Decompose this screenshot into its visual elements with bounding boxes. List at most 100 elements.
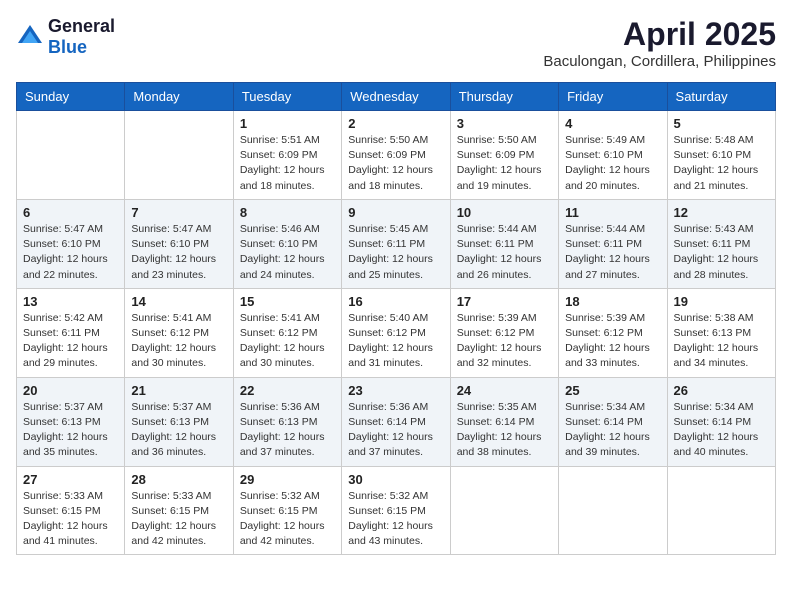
weekday-row: SundayMondayTuesdayWednesdayThursdayFrid… [17,83,776,111]
calendar-cell: 18 Sunrise: 5:39 AM Sunset: 6:12 PM Dayli… [559,288,667,377]
calendar-cell: 20Sunrise: 5:37 AM Sunset: 6:13 PM Dayli… [17,377,125,466]
cell-content: Sunrise: 5:38 AM Sunset: 6:13 PM Dayligh… [674,311,769,372]
day-number: 16 [348,294,443,309]
title-area: April 2025 Baculongan, Cordillera, Phili… [543,16,776,70]
cell-content: Sunrise: 5:44 AM Sunset: 6:11 PM Dayligh… [565,222,660,283]
day-number: 3 [457,116,552,131]
calendar-cell: 2 Sunrise: 5:50 AM Sunset: 6:09 PM Daylig… [342,111,450,200]
cell-content: Sunrise: 5:47 AM Sunset: 6:10 PM Dayligh… [23,222,118,283]
calendar-cell: 6 Sunrise: 5:47 AM Sunset: 6:10 PM Daylig… [17,199,125,288]
cell-content: Sunrise: 5:37 AM Sunset: 6:13 PM Dayligh… [131,400,226,461]
day-number: 12 [674,205,769,220]
day-number: 7 [131,205,226,220]
weekday-header: Wednesday [342,83,450,111]
day-number: 9 [348,205,443,220]
calendar-cell: 12 Sunrise: 5:43 AM Sunset: 6:11 PM Dayli… [667,199,775,288]
cell-content: Sunrise: 5:39 AM Sunset: 6:12 PM Dayligh… [457,311,552,372]
logo-icon [16,23,44,51]
day-number: 11 [565,205,660,220]
day-number: 8 [240,205,335,220]
calendar-cell: 5 Sunrise: 5:48 AM Sunset: 6:10 PM Daylig… [667,111,775,200]
cell-content: Sunrise: 5:50 AM Sunset: 6:09 PM Dayligh… [457,133,552,194]
weekday-header: Saturday [667,83,775,111]
calendar-cell: 23 Sunrise: 5:36 AM Sunset: 6:14 PM Dayli… [342,377,450,466]
day-number: 27 [23,472,118,487]
cell-content: Sunrise: 5:42 AM Sunset: 6:11 PM Dayligh… [23,311,118,372]
day-number: 2 [348,116,443,131]
cell-content: Sunrise: 5:32 AM Sunset: 6:15 PM Dayligh… [348,489,443,550]
cell-content: Sunrise: 5:48 AM Sunset: 6:10 PM Dayligh… [674,133,769,194]
calendar-cell: 30 Sunrise: 5:32 AM Sunset: 6:15 PM Dayli… [342,466,450,555]
weekday-header: Thursday [450,83,558,111]
calendar-cell: 22 Sunrise: 5:36 AM Sunset: 6:13 PM Dayli… [233,377,341,466]
cell-content: Sunrise: 5:33 AM Sunset: 6:15 PM Dayligh… [23,489,118,550]
calendar-cell: 15 Sunrise: 5:41 AM Sunset: 6:12 PM Dayli… [233,288,341,377]
day-number: 19 [674,294,769,309]
day-number: 17 [457,294,552,309]
logo: General Blue [16,16,115,58]
cell-content: Sunrise: 5:39 AM Sunset: 6:12 PM Dayligh… [565,311,660,372]
weekday-header: Sunday [17,83,125,111]
day-number: 4 [565,116,660,131]
cell-content: Sunrise: 5:33 AM Sunset: 6:15 PM Dayligh… [131,489,226,550]
cell-content: Sunrise: 5:46 AM Sunset: 6:10 PM Dayligh… [240,222,335,283]
calendar-cell: 10 Sunrise: 5:44 AM Sunset: 6:11 PM Dayli… [450,199,558,288]
cell-content: Sunrise: 5:36 AM Sunset: 6:14 PM Dayligh… [348,400,443,461]
calendar-week-row: 20 Sunrise: 5:37 AM Sunset: 6:13 PM Dayli… [17,377,776,466]
logo-blue: Blue [48,37,87,57]
day-number: 25 [565,383,660,398]
day-number: 29 [240,472,335,487]
day-number: 13 [23,294,118,309]
weekday-header: Tuesday [233,83,341,111]
weekday-header: Monday [125,83,233,111]
calendar-cell: 7Sunrise: 5:47 AM Sunset: 6:10 PM Daylig… [125,199,233,288]
logo-general: General [48,16,115,36]
calendar-cell [559,466,667,555]
calendar-cell: 16 Sunrise: 5:40 AM Sunset: 6:12 PM Dayli… [342,288,450,377]
day-number: 26 [674,383,769,398]
calendar-cell [17,111,125,200]
calendar-cell: 24Sunrise: 5:35 AM Sunset: 6:14 PM Dayli… [450,377,558,466]
day-number: 15 [240,294,335,309]
calendar-cell: 25Sunrise: 5:34 AM Sunset: 6:14 PM Dayli… [559,377,667,466]
day-number: 5 [674,116,769,131]
calendar-cell: 4 Sunrise: 5:49 AM Sunset: 6:10 PM Daylig… [559,111,667,200]
cell-content: Sunrise: 5:41 AM Sunset: 6:12 PM Dayligh… [240,311,335,372]
day-number: 21 [131,383,226,398]
logo-text: General Blue [48,16,115,58]
cell-content: Sunrise: 5:41 AM Sunset: 6:12 PM Dayligh… [131,311,226,372]
day-number: 22 [240,383,335,398]
day-number: 24 [457,383,552,398]
cell-content: Sunrise: 5:45 AM Sunset: 6:11 PM Dayligh… [348,222,443,283]
day-number: 10 [457,205,552,220]
cell-content: Sunrise: 5:49 AM Sunset: 6:10 PM Dayligh… [565,133,660,194]
calendar-cell: 29 Sunrise: 5:32 AM Sunset: 6:15 PM Dayli… [233,466,341,555]
calendar-cell [125,111,233,200]
calendar-cell: 1Sunrise: 5:51 AM Sunset: 6:09 PM Daylig… [233,111,341,200]
calendar-cell: 14Sunrise: 5:41 AM Sunset: 6:12 PM Dayli… [125,288,233,377]
main-title: April 2025 [543,16,776,53]
day-number: 20 [23,383,118,398]
cell-content: Sunrise: 5:32 AM Sunset: 6:15 PM Dayligh… [240,489,335,550]
calendar-cell [667,466,775,555]
day-number: 6 [23,205,118,220]
calendar-cell: 3 Sunrise: 5:50 AM Sunset: 6:09 PM Daylig… [450,111,558,200]
cell-content: Sunrise: 5:40 AM Sunset: 6:12 PM Dayligh… [348,311,443,372]
calendar-week-row: 1Sunrise: 5:51 AM Sunset: 6:09 PM Daylig… [17,111,776,200]
day-number: 23 [348,383,443,398]
calendar-cell: 11 Sunrise: 5:44 AM Sunset: 6:11 PM Dayli… [559,199,667,288]
cell-content: Sunrise: 5:51 AM Sunset: 6:09 PM Dayligh… [240,133,335,194]
day-number: 30 [348,472,443,487]
day-number: 28 [131,472,226,487]
header: General Blue April 2025 Baculongan, Cord… [16,16,776,70]
calendar-cell: 9 Sunrise: 5:45 AM Sunset: 6:11 PM Daylig… [342,199,450,288]
weekday-header: Friday [559,83,667,111]
day-number: 18 [565,294,660,309]
cell-content: Sunrise: 5:43 AM Sunset: 6:11 PM Dayligh… [674,222,769,283]
cell-content: Sunrise: 5:50 AM Sunset: 6:09 PM Dayligh… [348,133,443,194]
calendar-week-row: 6 Sunrise: 5:47 AM Sunset: 6:10 PM Daylig… [17,199,776,288]
cell-content: Sunrise: 5:36 AM Sunset: 6:13 PM Dayligh… [240,400,335,461]
cell-content: Sunrise: 5:44 AM Sunset: 6:11 PM Dayligh… [457,222,552,283]
cell-content: Sunrise: 5:34 AM Sunset: 6:14 PM Dayligh… [674,400,769,461]
calendar-body: 1Sunrise: 5:51 AM Sunset: 6:09 PM Daylig… [17,111,776,555]
